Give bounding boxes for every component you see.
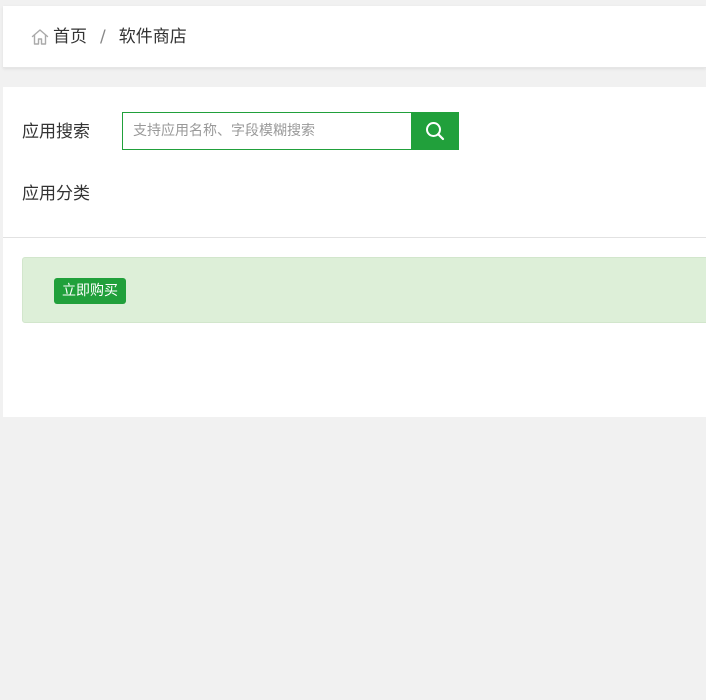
search-icon <box>424 120 446 142</box>
breadcrumb: 首页 / 软件商店 <box>30 24 187 50</box>
buy-now-button[interactable]: 立即购买 <box>54 278 126 304</box>
search-box <box>122 112 459 150</box>
purchase-notice: 立即购买 <box>22 257 706 323</box>
breadcrumb-separator: / <box>100 27 106 47</box>
divider <box>3 237 706 238</box>
category-label: 应用分类 <box>22 184 90 204</box>
search-button[interactable] <box>411 112 459 150</box>
home-icon[interactable] <box>30 27 50 47</box>
app-store-panel: 应用搜索 应用分类 立即购买 <box>3 87 706 417</box>
search-label: 应用搜索 <box>22 122 90 142</box>
search-input[interactable] <box>122 112 411 150</box>
breadcrumb-current: 软件商店 <box>118 27 187 47</box>
breadcrumb-home-link[interactable]: 首页 <box>53 24 87 50</box>
breadcrumb-bar: 首页 / 软件商店 <box>3 6 706 68</box>
